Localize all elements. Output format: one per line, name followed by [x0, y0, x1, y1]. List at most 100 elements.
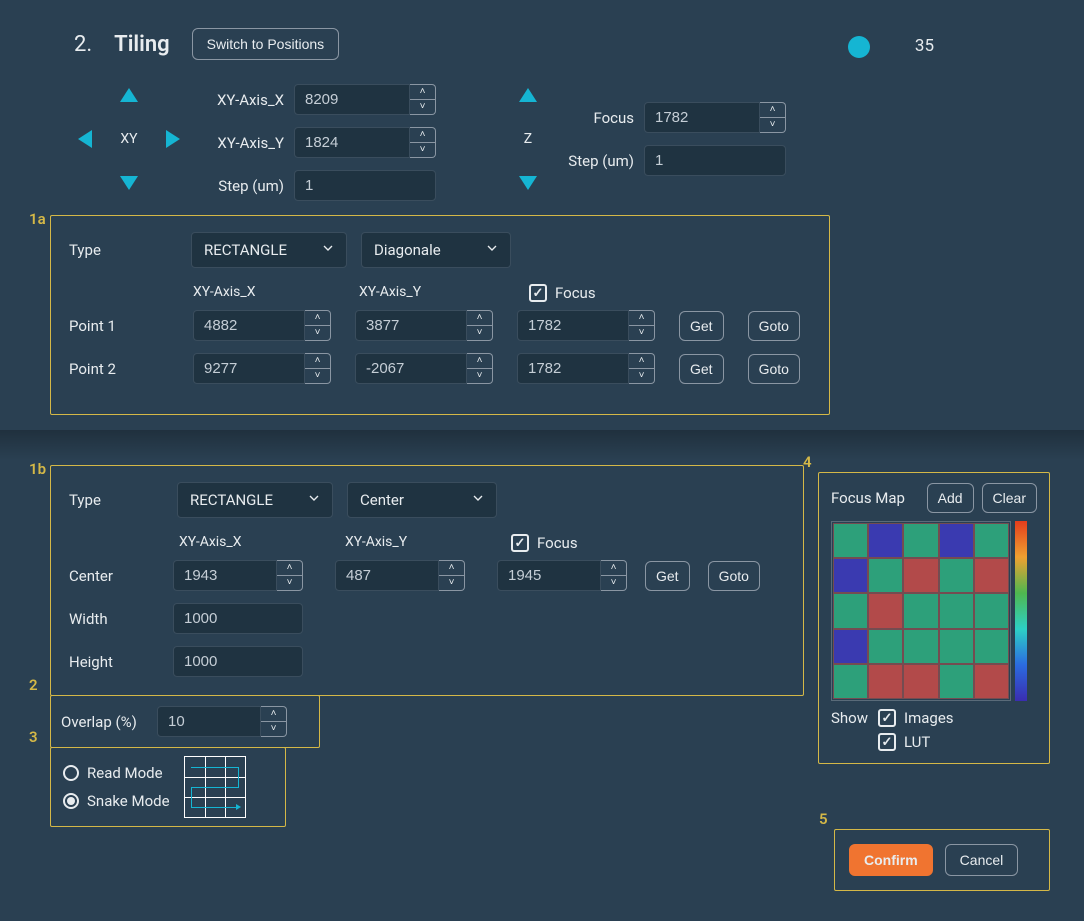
focus-input[interactable]: [644, 102, 760, 133]
spin-down-icon[interactable]: ˅: [305, 369, 330, 383]
spin-down-icon[interactable]: ˅: [410, 143, 435, 157]
point-goto-button[interactable]: Goto: [748, 311, 800, 341]
focus-column-checkbox[interactable]: [529, 284, 547, 302]
z-up-arrow[interactable]: [519, 88, 537, 102]
focus-map-tile[interactable]: [869, 594, 902, 627]
xy-left-arrow[interactable]: [78, 130, 92, 148]
spin-up-icon[interactable]: ˄: [410, 85, 435, 100]
focus-map-tile[interactable]: [975, 665, 1008, 698]
spin-up-icon[interactable]: ˄: [305, 354, 330, 369]
focus-map-tile[interactable]: [940, 630, 973, 663]
height-input[interactable]: [173, 646, 303, 677]
overlap-input[interactable]: [157, 706, 261, 737]
spin-up-icon[interactable]: ˄: [629, 354, 654, 369]
spin-down-icon[interactable]: ˅: [305, 326, 330, 340]
xy-axis-y-input[interactable]: [294, 127, 410, 158]
center-y-input[interactable]: [335, 560, 439, 591]
show-images-checkbox[interactable]: [878, 709, 896, 727]
shape-mode-select[interactable]: Center: [347, 482, 497, 518]
shape-mode-select[interactable]: Diagonale: [361, 232, 511, 268]
focus-map-tile[interactable]: [869, 524, 902, 557]
focus-map-add-button[interactable]: Add: [927, 483, 974, 513]
switch-to-positions-button[interactable]: Switch to Positions: [192, 28, 340, 60]
point-y-input[interactable]: [355, 353, 467, 384]
point-focus-input[interactable]: [517, 353, 629, 384]
spin-up-icon[interactable]: ˄: [760, 103, 785, 118]
focus-map-tile[interactable]: [940, 665, 973, 698]
xy-axis-x-input[interactable]: [294, 84, 410, 115]
spin-down-icon[interactable]: ˅: [277, 576, 302, 590]
focus-map-tile[interactable]: [834, 630, 867, 663]
show-lut-checkbox[interactable]: [878, 733, 896, 751]
point-get-button[interactable]: Get: [679, 311, 724, 341]
focus-map-tile[interactable]: [904, 559, 937, 592]
center-goto-button[interactable]: Goto: [708, 561, 760, 591]
spin-up-icon[interactable]: ˄: [601, 561, 626, 576]
focus-map-tile[interactable]: [904, 594, 937, 627]
focus-map-tile[interactable]: [869, 665, 902, 698]
xy-step-input[interactable]: [294, 170, 436, 201]
center-x-spinner[interactable]: ˄˅: [277, 560, 303, 591]
xy-axis-y-spinner[interactable]: ˄˅: [410, 127, 436, 158]
confirm-button[interactable]: Confirm: [849, 844, 933, 876]
spin-down-icon[interactable]: ˅: [467, 369, 492, 383]
point-x-spinner[interactable]: ˄˅: [305, 353, 331, 384]
spin-down-icon[interactable]: ˅: [467, 326, 492, 340]
point-get-button[interactable]: Get: [679, 354, 724, 384]
center-focus-input[interactable]: [497, 560, 601, 591]
focus-map-tile[interactable]: [869, 630, 902, 663]
spin-down-icon[interactable]: ˅: [410, 100, 435, 114]
focus-map-grid[interactable]: [831, 521, 1011, 701]
center-y-spinner[interactable]: ˄˅: [439, 560, 465, 591]
point-y-spinner[interactable]: ˄˅: [467, 353, 493, 384]
focus-map-tile[interactable]: [975, 630, 1008, 663]
focus-map-tile[interactable]: [940, 559, 973, 592]
spin-down-icon[interactable]: ˅: [760, 118, 785, 132]
spin-up-icon[interactable]: ˄: [261, 707, 286, 722]
point-focus-input[interactable]: [517, 310, 629, 341]
point-goto-button[interactable]: Goto: [748, 354, 800, 384]
spin-up-icon[interactable]: ˄: [439, 561, 464, 576]
focus-map-tile[interactable]: [975, 524, 1008, 557]
cancel-button[interactable]: Cancel: [945, 844, 1019, 876]
center-get-button[interactable]: Get: [645, 561, 690, 591]
spin-down-icon[interactable]: ˅: [439, 576, 464, 590]
spin-down-icon[interactable]: ˅: [601, 576, 626, 590]
spin-down-icon[interactable]: ˅: [629, 369, 654, 383]
focus-map-tile[interactable]: [975, 594, 1008, 627]
center-x-input[interactable]: [173, 560, 277, 591]
spin-up-icon[interactable]: ˄: [629, 311, 654, 326]
xy-up-arrow[interactable]: [120, 88, 138, 102]
point-x-input[interactable]: [193, 353, 305, 384]
xy-down-arrow[interactable]: [120, 176, 138, 190]
snake-mode-radio[interactable]: Snake Mode: [63, 792, 170, 810]
focus-map-tile[interactable]: [834, 559, 867, 592]
focus-map-tile[interactable]: [904, 524, 937, 557]
focus-map-tile[interactable]: [904, 665, 937, 698]
focus-map-tile[interactable]: [904, 630, 937, 663]
focus-map-tile[interactable]: [834, 524, 867, 557]
focus-column-checkbox[interactable]: [511, 534, 529, 552]
read-mode-radio[interactable]: Read Mode: [63, 764, 170, 782]
spin-down-icon[interactable]: ˅: [261, 722, 286, 736]
focus-map-tile[interactable]: [834, 594, 867, 627]
focus-map-tile[interactable]: [834, 665, 867, 698]
focus-map-tile[interactable]: [869, 559, 902, 592]
spin-up-icon[interactable]: ˄: [467, 311, 492, 326]
xy-axis-x-spinner[interactable]: ˄˅: [410, 84, 436, 115]
xy-right-arrow[interactable]: [166, 130, 180, 148]
point-y-input[interactable]: [355, 310, 467, 341]
point-x-spinner[interactable]: ˄˅: [305, 310, 331, 341]
point-x-input[interactable]: [193, 310, 305, 341]
spin-up-icon[interactable]: ˄: [467, 354, 492, 369]
shape-type-select[interactable]: RECTANGLE: [177, 482, 333, 518]
point-focus-spinner[interactable]: ˄˅: [629, 353, 655, 384]
focus-map-tile[interactable]: [975, 559, 1008, 592]
point-focus-spinner[interactable]: ˄˅: [629, 310, 655, 341]
focus-map-tile[interactable]: [940, 524, 973, 557]
point-y-spinner[interactable]: ˄˅: [467, 310, 493, 341]
spin-down-icon[interactable]: ˅: [629, 326, 654, 340]
spin-up-icon[interactable]: ˄: [305, 311, 330, 326]
z-down-arrow[interactable]: [519, 176, 537, 190]
z-step-input[interactable]: [644, 145, 786, 176]
